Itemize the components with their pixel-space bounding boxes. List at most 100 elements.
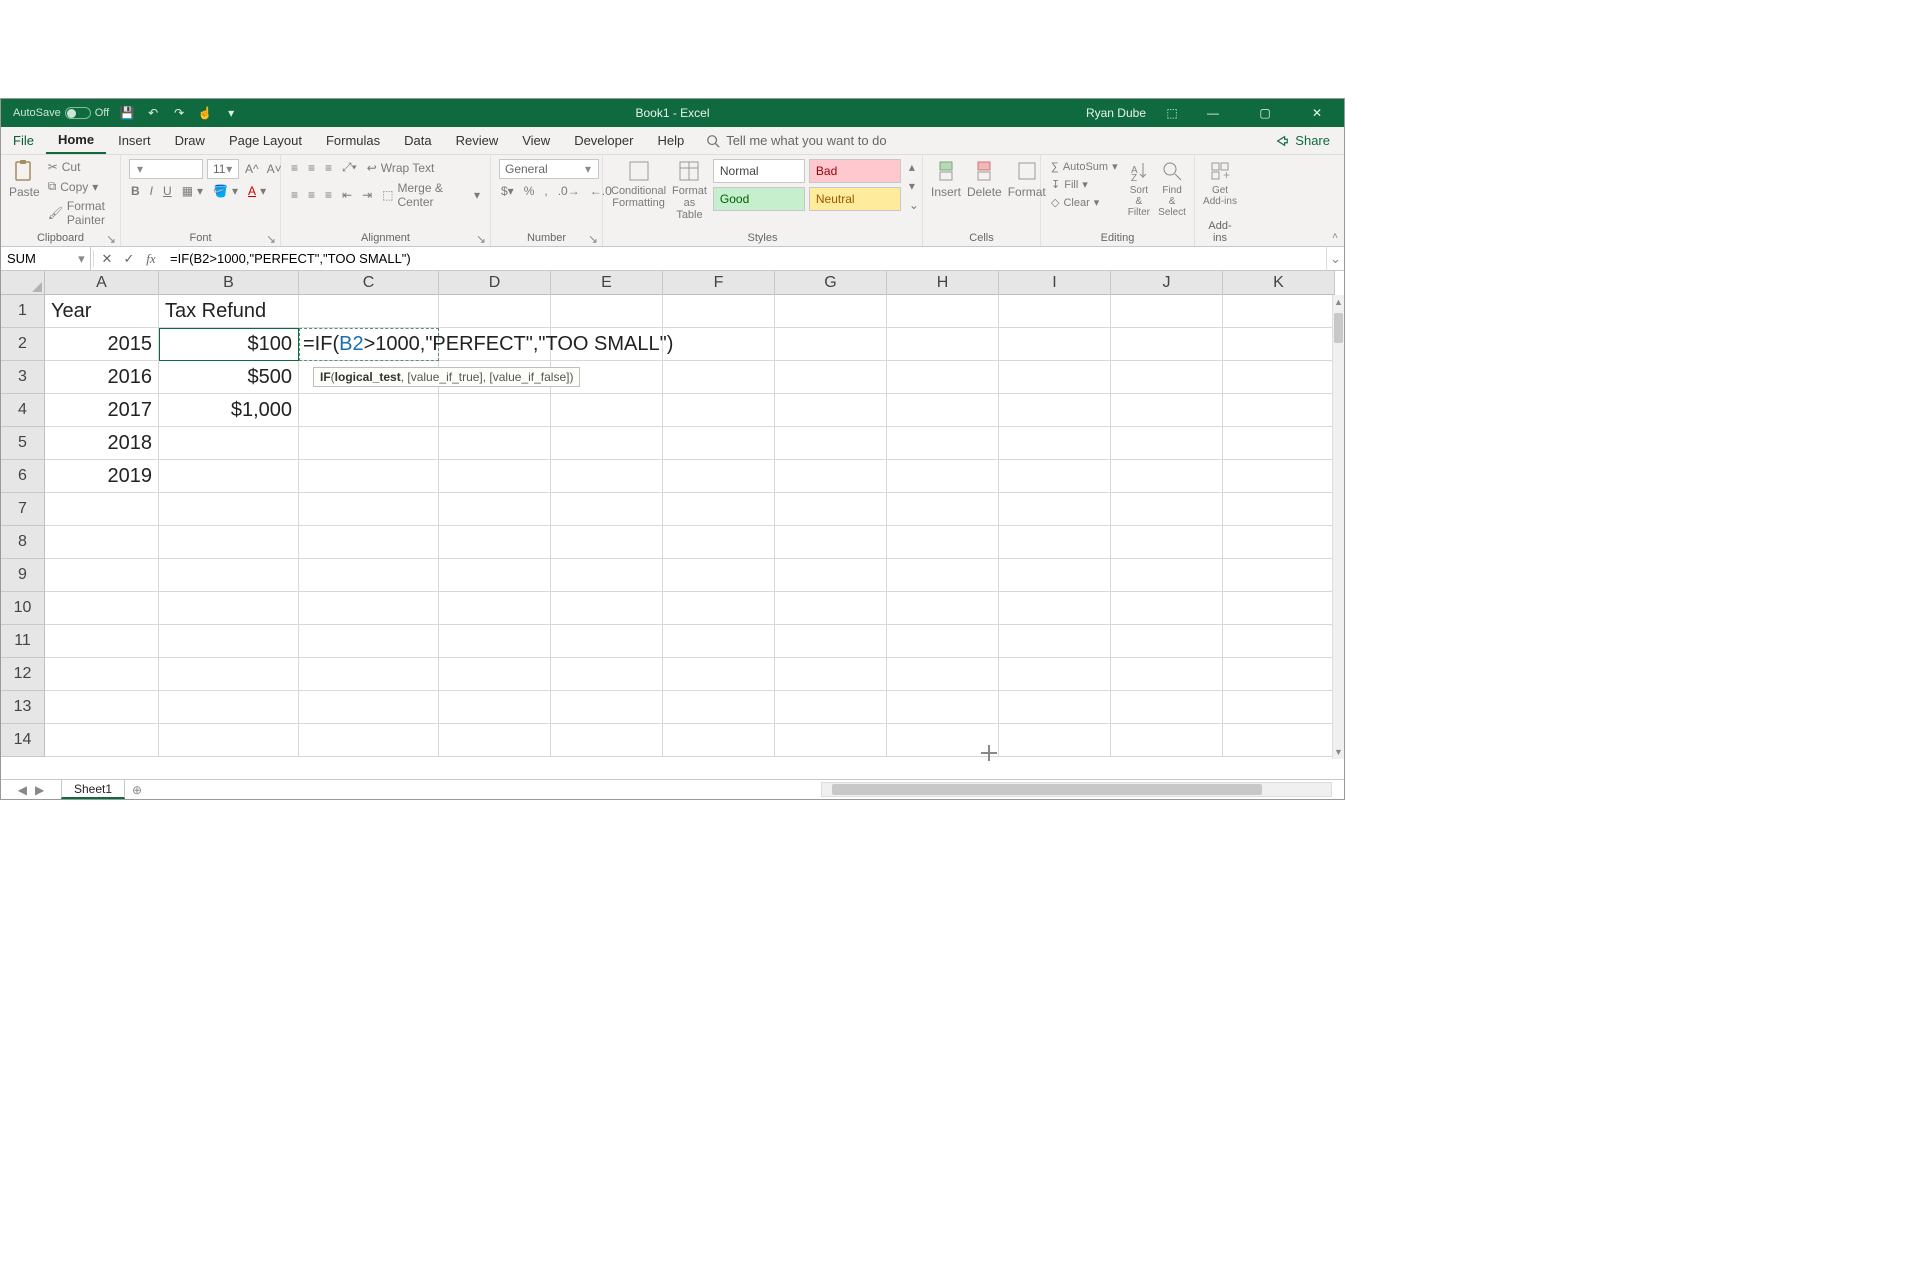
cell-D12[interactable] bbox=[439, 658, 551, 691]
cell-F14[interactable] bbox=[663, 724, 775, 757]
scroll-up-arrow[interactable]: ▲ bbox=[1333, 295, 1344, 309]
row-header-10[interactable]: 10 bbox=[1, 592, 45, 625]
cell-I7[interactable] bbox=[999, 493, 1111, 526]
insert-cells-button[interactable]: Insert bbox=[931, 159, 961, 199]
cell-H4[interactable] bbox=[887, 394, 999, 427]
cell-E11[interactable] bbox=[551, 625, 663, 658]
cell-C10[interactable] bbox=[299, 592, 439, 625]
scroll-thumb[interactable] bbox=[832, 784, 1262, 795]
cell-G2[interactable] bbox=[775, 328, 887, 361]
cell-H3[interactable] bbox=[887, 361, 999, 394]
cell-E14[interactable] bbox=[551, 724, 663, 757]
close-button[interactable]: ✕ bbox=[1298, 99, 1336, 127]
sort-filter-button[interactable]: AZSort & Filter bbox=[1126, 159, 1153, 218]
format-painter-button[interactable]: 🖌Format Painter bbox=[46, 198, 112, 228]
cell-C7[interactable] bbox=[299, 493, 439, 526]
conditional-formatting-button[interactable]: Conditional Formatting bbox=[611, 159, 666, 209]
cell-G7[interactable] bbox=[775, 493, 887, 526]
column-header-H[interactable]: H bbox=[887, 271, 999, 295]
cell-B7[interactable] bbox=[159, 493, 299, 526]
cell-F1[interactable] bbox=[663, 295, 775, 328]
get-addins-button[interactable]: +Get Add-ins bbox=[1203, 159, 1237, 207]
tab-formulas[interactable]: Formulas bbox=[314, 127, 392, 154]
maximize-button[interactable]: ▢ bbox=[1246, 99, 1284, 127]
cell-K2[interactable] bbox=[1223, 328, 1335, 361]
cell-F2[interactable] bbox=[663, 328, 775, 361]
cell-A1[interactable]: Year bbox=[45, 295, 159, 328]
dialog-launcher-icon[interactable]: ↘ bbox=[476, 232, 488, 244]
cell-A7[interactable] bbox=[45, 493, 159, 526]
cell-C8[interactable] bbox=[299, 526, 439, 559]
cell-C12[interactable] bbox=[299, 658, 439, 691]
cell-E5[interactable] bbox=[551, 427, 663, 460]
font-size-input[interactable]: 11▾ bbox=[207, 159, 239, 179]
row-header-8[interactable]: 8 bbox=[1, 526, 45, 559]
cell-I9[interactable] bbox=[999, 559, 1111, 592]
column-header-G[interactable]: G bbox=[775, 271, 887, 295]
paste-button[interactable]: Paste bbox=[9, 159, 40, 199]
cell-J6[interactable] bbox=[1111, 460, 1223, 493]
cell-G4[interactable] bbox=[775, 394, 887, 427]
cell-D10[interactable] bbox=[439, 592, 551, 625]
sheet-next-icon[interactable]: ▶ bbox=[35, 783, 44, 797]
cell-J10[interactable] bbox=[1111, 592, 1223, 625]
cell-J9[interactable] bbox=[1111, 559, 1223, 592]
column-header-A[interactable]: A bbox=[45, 271, 159, 295]
cell-H7[interactable] bbox=[887, 493, 999, 526]
dialog-launcher-icon[interactable]: ↘ bbox=[106, 232, 118, 244]
merge-center-button[interactable]: ⬚Merge & Center ▾ bbox=[380, 180, 482, 210]
fill-color-button[interactable]: 🪣▾ bbox=[211, 183, 240, 199]
tab-file[interactable]: File bbox=[1, 127, 46, 154]
borders-button[interactable]: ▦▾ bbox=[180, 183, 205, 199]
number-format-dropdown[interactable]: General▾ bbox=[499, 159, 599, 179]
row-header-5[interactable]: 5 bbox=[1, 427, 45, 460]
tab-page-layout[interactable]: Page Layout bbox=[217, 127, 314, 154]
qat-customize-icon[interactable]: ▾ bbox=[223, 105, 239, 121]
cell-A4[interactable]: 2017 bbox=[45, 394, 159, 427]
share-button[interactable]: Share bbox=[1261, 127, 1344, 154]
tab-review[interactable]: Review bbox=[444, 127, 511, 154]
cell-F11[interactable] bbox=[663, 625, 775, 658]
cell-G8[interactable] bbox=[775, 526, 887, 559]
sheet-tab-1[interactable]: Sheet1 bbox=[61, 780, 125, 799]
cell-A9[interactable] bbox=[45, 559, 159, 592]
redo-icon[interactable]: ↷ bbox=[171, 105, 187, 121]
cell-B4[interactable]: $1,000 bbox=[159, 394, 299, 427]
cell-C1[interactable] bbox=[299, 295, 439, 328]
cell-C4[interactable] bbox=[299, 394, 439, 427]
align-middle-button[interactable]: ≡ bbox=[306, 159, 317, 176]
cell-B13[interactable] bbox=[159, 691, 299, 724]
cell-F6[interactable] bbox=[663, 460, 775, 493]
tell-me-search[interactable]: Tell me what you want to do bbox=[706, 127, 886, 154]
column-header-K[interactable]: K bbox=[1223, 271, 1335, 295]
cell-A8[interactable] bbox=[45, 526, 159, 559]
autosum-button[interactable]: ∑AutoSum ▾ bbox=[1049, 159, 1120, 174]
formula-input[interactable] bbox=[162, 247, 1326, 270]
worksheet-grid[interactable]: ABCDEFGHIJK 1234567891011121314 YearTax … bbox=[1, 271, 1344, 779]
align-right-button[interactable]: ≡ bbox=[323, 180, 334, 210]
cell-I3[interactable] bbox=[999, 361, 1111, 394]
cell-F9[interactable] bbox=[663, 559, 775, 592]
cell-I14[interactable] bbox=[999, 724, 1111, 757]
cell-F10[interactable] bbox=[663, 592, 775, 625]
insert-function-button[interactable]: fx bbox=[140, 247, 162, 270]
cell-H14[interactable] bbox=[887, 724, 999, 757]
align-bottom-button[interactable]: ≡ bbox=[323, 159, 334, 176]
copy-button[interactable]: ⧉Copy ▾ bbox=[46, 178, 112, 195]
cell-K3[interactable] bbox=[1223, 361, 1335, 394]
cell-E8[interactable] bbox=[551, 526, 663, 559]
row-header-6[interactable]: 6 bbox=[1, 460, 45, 493]
cell-J12[interactable] bbox=[1111, 658, 1223, 691]
cell-K8[interactable] bbox=[1223, 526, 1335, 559]
dialog-launcher-icon[interactable]: ↘ bbox=[588, 232, 600, 244]
row-header-3[interactable]: 3 bbox=[1, 361, 45, 394]
tab-home[interactable]: Home bbox=[46, 127, 106, 154]
cell-J8[interactable] bbox=[1111, 526, 1223, 559]
cell-E4[interactable] bbox=[551, 394, 663, 427]
cell-K9[interactable] bbox=[1223, 559, 1335, 592]
format-as-table-button[interactable]: Format as Table bbox=[672, 159, 707, 221]
cell-J14[interactable] bbox=[1111, 724, 1223, 757]
cell-I8[interactable] bbox=[999, 526, 1111, 559]
cell-K10[interactable] bbox=[1223, 592, 1335, 625]
cell-G1[interactable] bbox=[775, 295, 887, 328]
